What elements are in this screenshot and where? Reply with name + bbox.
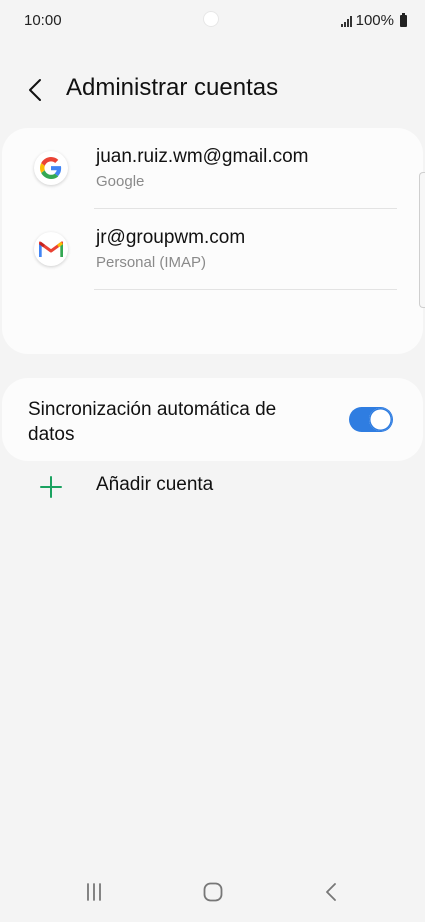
battery-percentage: 100% bbox=[355, 12, 394, 29]
scroll-indicator[interactable] bbox=[419, 172, 425, 308]
account-row-imap[interactable]: jr@groupwm.com Personal (IMAP) bbox=[2, 209, 423, 289]
account-type: Google bbox=[96, 173, 145, 190]
add-account-row[interactable]: Añadir cuenta bbox=[2, 290, 423, 498]
home-button[interactable] bbox=[193, 872, 233, 912]
auto-sync-label: Sincronización automática de datos bbox=[28, 399, 277, 445]
plus-icon bbox=[40, 476, 62, 498]
recents-button[interactable] bbox=[74, 872, 114, 912]
status-bar: 10:00 100% bbox=[0, 0, 425, 40]
gmail-icon bbox=[34, 232, 68, 266]
account-email: jr@groupwm.com bbox=[96, 227, 246, 248]
account-row-google[interactable]: juan.ruiz.wm@gmail.com Google bbox=[2, 128, 423, 208]
account-email: juan.ruiz.wm@gmail.com bbox=[96, 146, 309, 167]
status-indicators: 100% bbox=[340, 12, 407, 29]
account-type: Personal (IMAP) bbox=[96, 254, 207, 271]
back-button[interactable] bbox=[20, 74, 52, 106]
chevron-left-icon bbox=[29, 79, 41, 101]
recents-icon bbox=[87, 883, 101, 901]
sync-card: Sincronización automática de datos bbox=[2, 378, 423, 461]
auto-sync-toggle[interactable] bbox=[349, 407, 393, 432]
page-title: Administrar cuentas bbox=[66, 74, 279, 101]
accounts-card: juan.ruiz.wm@gmail.com Google jr@groupwm… bbox=[2, 128, 423, 498]
back-icon bbox=[326, 883, 336, 901]
add-account-label: Añadir cuenta bbox=[96, 474, 214, 495]
signal-icon bbox=[340, 15, 352, 27]
nav-back-button[interactable] bbox=[312, 872, 352, 912]
google-icon bbox=[34, 151, 68, 185]
navigation-bar bbox=[0, 862, 425, 922]
status-time: 10:00 bbox=[24, 12, 62, 29]
battery-icon bbox=[400, 12, 407, 27]
home-icon bbox=[203, 882, 223, 902]
app-header: Administrar cuentas bbox=[0, 62, 425, 118]
front-camera bbox=[203, 11, 219, 27]
toggle-knob bbox=[369, 408, 392, 431]
